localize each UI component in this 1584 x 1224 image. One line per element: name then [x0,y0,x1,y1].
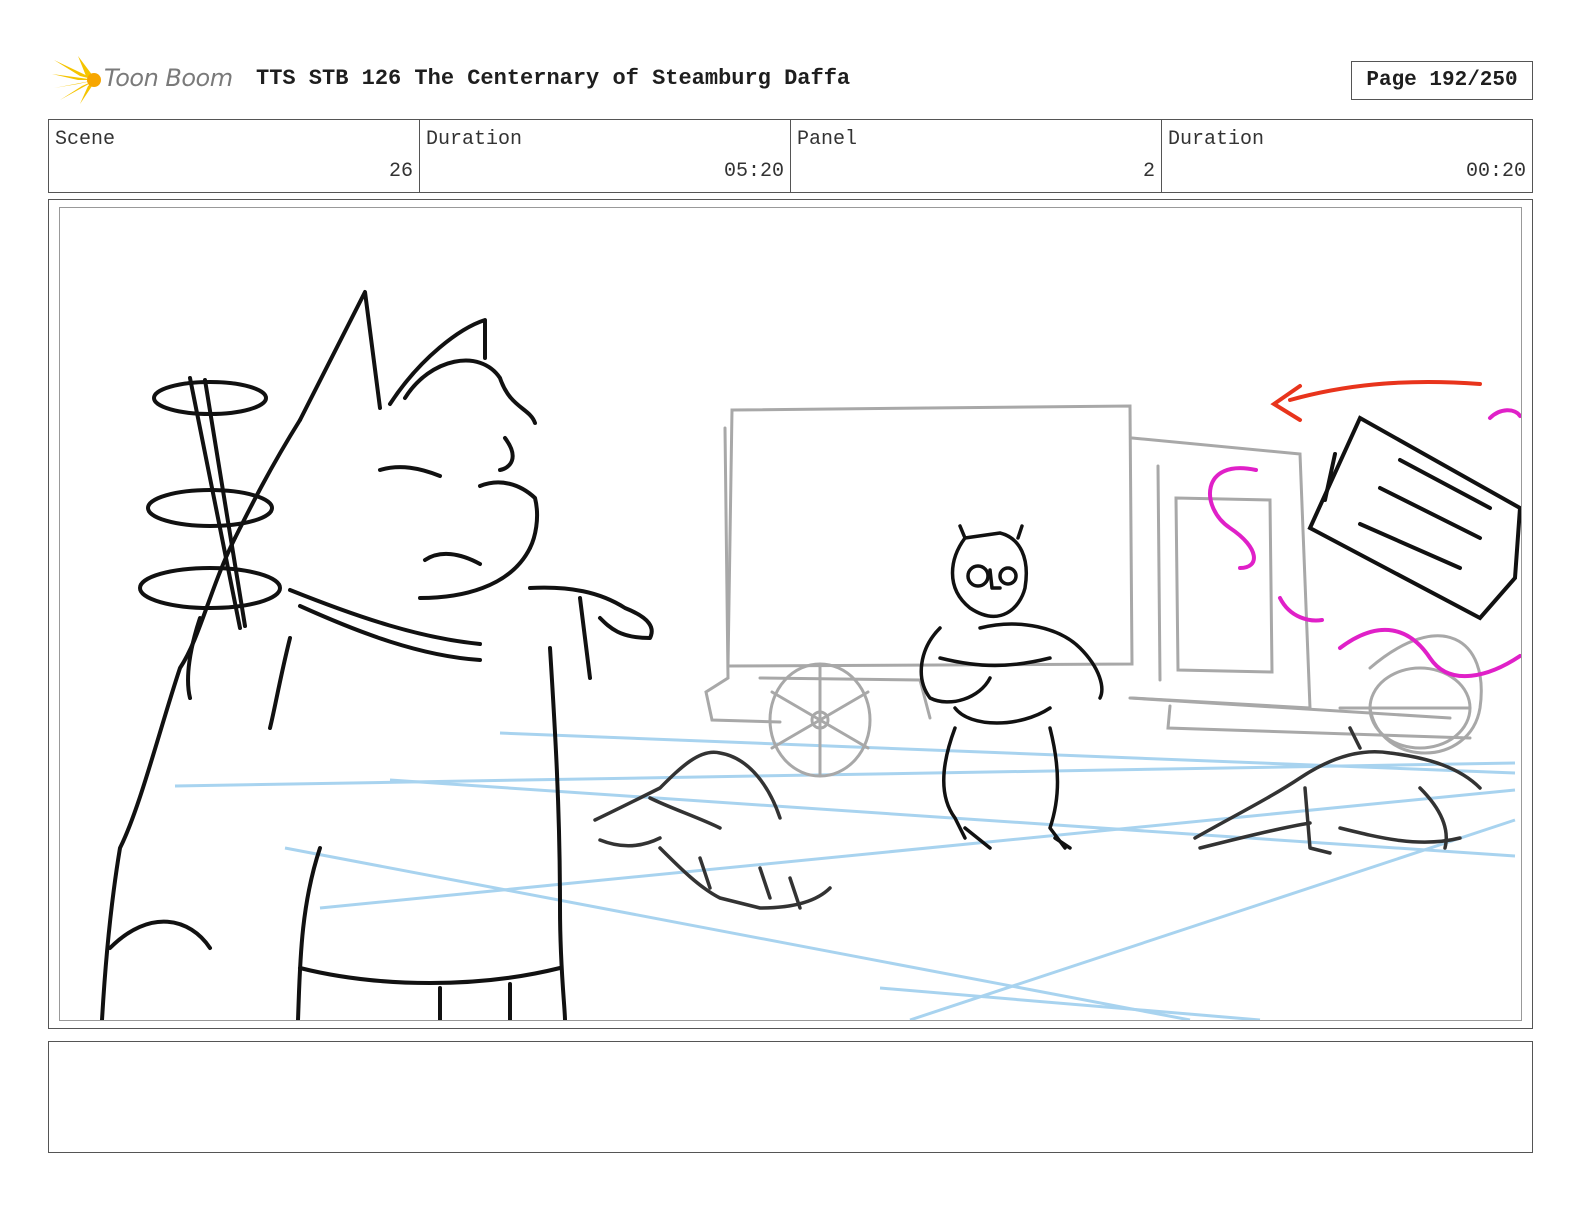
scene-duration-label: Duration [426,128,523,151]
motion-arrow [1270,379,1482,422]
page-indicator: Page 192/250 [1351,61,1533,100]
panel-duration-value: 00:20 [1465,160,1526,183]
document-title: TTS STB 126 The Centernary of Steamburg … [256,66,851,91]
wolf-character-sketch [100,290,654,1020]
trash-can-sketch [1307,415,1521,621]
storyboard-sketch [100,290,1521,1020]
logo-text: Toon Boom [104,64,233,92]
panel-cell: Panel 2 [791,120,1162,192]
scene-label: Scene [55,128,116,151]
panel-value: 2 [1142,160,1155,183]
scene-cell: Scene 26 [49,120,420,192]
panel-label: Panel [797,128,858,151]
storyboard-panel [59,207,1522,1021]
perspective-guides [174,731,1516,1020]
scene-duration-cell: Duration 05:20 [420,120,791,192]
panel-info-row: Scene 26 Duration 05:20 Panel 2 Duration… [48,119,1533,193]
panel-duration-label: Duration [1168,128,1265,151]
pig-character-sketch [919,524,1104,850]
scene-duration-value: 05:20 [723,160,784,183]
panel-notes-box [48,1041,1533,1153]
truck-sketch [704,404,1483,778]
panel-duration-cell: Duration 00:20 [1162,120,1532,192]
scene-value: 26 [388,160,413,183]
